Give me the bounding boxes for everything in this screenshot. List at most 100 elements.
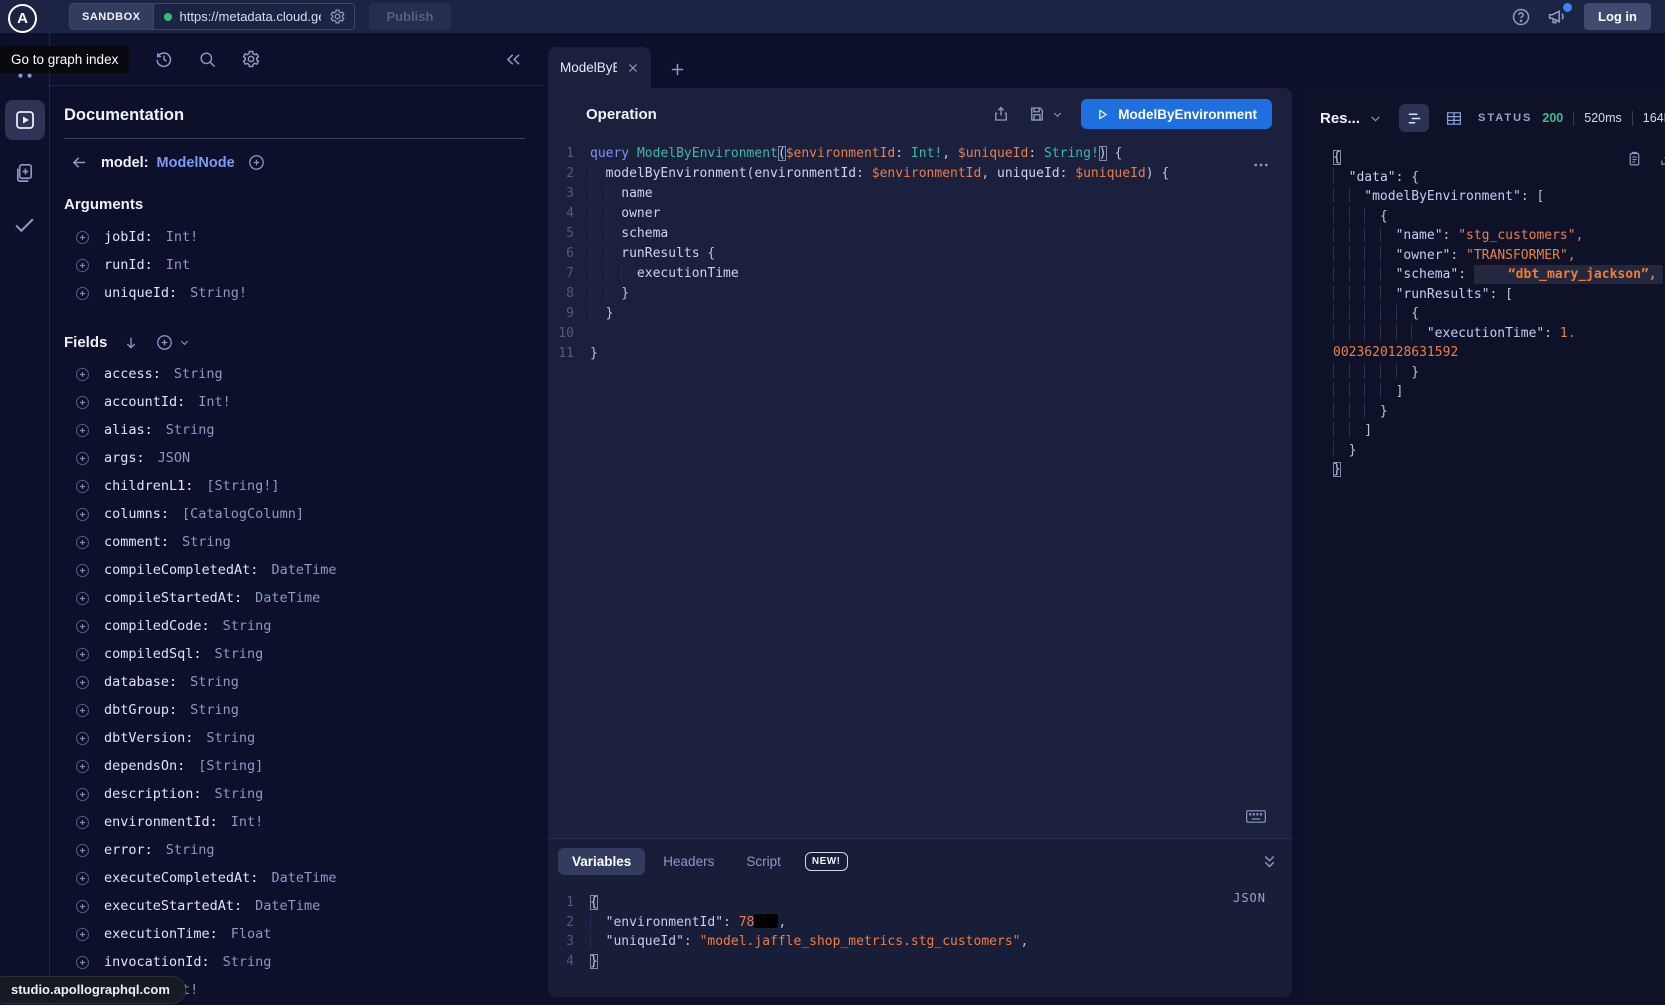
add-to-query-icon[interactable]: [74, 422, 91, 439]
field-name[interactable]: compiledCode:: [104, 618, 210, 634]
field-name[interactable]: dbtVersion:: [104, 730, 193, 746]
operation-tab[interactable]: ModelByEnvi...: [548, 47, 651, 88]
add-to-query-icon[interactable]: [74, 590, 91, 607]
field-name[interactable]: access:: [104, 366, 161, 382]
collapse-left-icon[interactable]: [504, 50, 523, 69]
field-type[interactable]: String: [223, 954, 272, 970]
field-type[interactable]: Int!: [231, 814, 264, 830]
field-name[interactable]: uniqueId:: [104, 285, 177, 301]
endpoint-url-input[interactable]: https://metadata.cloud.getd: [180, 9, 321, 24]
add-to-query-icon[interactable]: [74, 646, 91, 663]
add-to-query-icon[interactable]: [74, 478, 91, 495]
field-type[interactable]: String: [190, 674, 239, 690]
add-to-query-icon[interactable]: [74, 730, 91, 747]
field-type[interactable]: Float: [231, 926, 272, 942]
field-type[interactable]: Int!: [198, 394, 231, 410]
field-name[interactable]: dependsOn:: [104, 758, 185, 774]
docs-type-link[interactable]: ModelNode: [157, 155, 235, 171]
copy-response-icon[interactable]: [1626, 150, 1643, 167]
field-type[interactable]: String: [206, 730, 255, 746]
add-to-query-icon[interactable]: [74, 229, 91, 246]
field-name[interactable]: columns:: [104, 506, 169, 522]
add-to-query-icon[interactable]: [74, 285, 91, 302]
new-tab-icon[interactable]: [669, 61, 686, 78]
docs-settings-gear-icon[interactable]: [241, 49, 261, 69]
add-to-query-icon[interactable]: [74, 506, 91, 523]
download-response-icon[interactable]: [1659, 150, 1665, 167]
add-to-query-icon[interactable]: [74, 842, 91, 859]
tab-script[interactable]: Script: [732, 848, 795, 875]
field-type[interactable]: JSON: [158, 450, 191, 466]
field-type[interactable]: DateTime: [271, 562, 336, 578]
add-to-query-icon[interactable]: [74, 702, 91, 719]
field-type[interactable]: String: [215, 646, 264, 662]
field-name[interactable]: alias:: [104, 422, 153, 438]
field-name[interactable]: comment:: [104, 534, 169, 550]
field-type[interactable]: String: [166, 422, 215, 438]
field-type[interactable]: Int: [166, 257, 190, 273]
field-type[interactable]: String: [174, 366, 223, 382]
add-all-fields-control[interactable]: [155, 333, 190, 352]
response-menu-chevron-icon[interactable]: [1369, 112, 1382, 125]
add-to-query-icon[interactable]: [74, 870, 91, 887]
share-icon[interactable]: [992, 105, 1010, 123]
add-to-query-icon[interactable]: [74, 954, 91, 971]
sidebar-item-operations[interactable]: [5, 100, 45, 140]
field-type[interactable]: String!: [190, 285, 247, 301]
add-to-query-icon[interactable]: [74, 786, 91, 803]
field-type[interactable]: DateTime: [255, 898, 320, 914]
field-name[interactable]: executeStartedAt:: [104, 898, 242, 914]
field-type[interactable]: String: [215, 786, 264, 802]
save-icon[interactable]: [1028, 105, 1046, 123]
field-name[interactable]: runId:: [104, 257, 153, 273]
add-to-query-icon[interactable]: [74, 618, 91, 635]
field-type[interactable]: String: [166, 842, 215, 858]
publish-button[interactable]: Publish: [369, 3, 452, 30]
sidebar-item-checks[interactable]: [5, 204, 45, 244]
table-view-icon[interactable]: [1439, 104, 1469, 132]
search-icon[interactable]: [198, 50, 217, 69]
back-arrow-icon[interactable]: [70, 153, 89, 172]
sort-icon[interactable]: [123, 335, 139, 351]
field-name[interactable]: childrenL1:: [104, 478, 193, 494]
add-to-query-icon[interactable]: [74, 926, 91, 943]
add-to-query-icon[interactable]: [74, 534, 91, 551]
field-type[interactable]: String: [223, 618, 272, 634]
add-to-query-icon[interactable]: [74, 257, 91, 274]
field-name[interactable]: compileCompletedAt:: [104, 562, 258, 578]
field-type[interactable]: String: [182, 534, 231, 550]
field-name[interactable]: executeCompletedAt:: [104, 870, 258, 886]
run-operation-button[interactable]: ModelByEnvironment: [1081, 99, 1272, 129]
endpoint-url-box[interactable]: https://metadata.cloud.getd: [154, 8, 354, 25]
field-type[interactable]: [String]: [198, 758, 263, 774]
help-icon[interactable]: [1511, 7, 1531, 27]
add-to-query-icon[interactable]: [74, 366, 91, 383]
field-name[interactable]: database:: [104, 674, 177, 690]
sidebar-item-schema[interactable]: [5, 152, 45, 192]
field-type[interactable]: DateTime: [271, 870, 336, 886]
login-button[interactable]: Log in: [1584, 3, 1651, 30]
add-to-query-icon[interactable]: [74, 814, 91, 831]
collapse-variables-icon[interactable]: [1261, 853, 1278, 870]
add-to-query-icon[interactable]: [74, 758, 91, 775]
field-name[interactable]: error:: [104, 842, 153, 858]
close-tab-icon[interactable]: [627, 62, 639, 74]
tab-variables[interactable]: Variables: [558, 848, 645, 875]
field-name[interactable]: jobId:: [104, 229, 153, 245]
more-options-icon[interactable]: [1252, 156, 1270, 174]
field-name[interactable]: accountId:: [104, 394, 185, 410]
field-name[interactable]: args:: [104, 450, 145, 466]
operation-editor[interactable]: 1query ModelByEnvironment($environmentId…: [548, 134, 1292, 838]
field-type[interactable]: String: [190, 702, 239, 718]
add-to-query-icon[interactable]: [74, 450, 91, 467]
pretty-view-icon[interactable]: [1399, 104, 1429, 132]
tab-headers[interactable]: Headers: [649, 848, 728, 875]
field-name[interactable]: dbtGroup:: [104, 702, 177, 718]
apollo-logo[interactable]: A: [8, 4, 37, 33]
variables-editor[interactable]: JSON 1{2"environmentId": 78,3"uniqueId":…: [548, 883, 1292, 997]
history-icon[interactable]: [154, 49, 174, 69]
add-to-query-icon[interactable]: [74, 562, 91, 579]
field-name[interactable]: executionTime:: [104, 926, 218, 942]
field-name[interactable]: compiledSql:: [104, 646, 202, 662]
keyboard-shortcuts-icon[interactable]: [1246, 809, 1266, 824]
